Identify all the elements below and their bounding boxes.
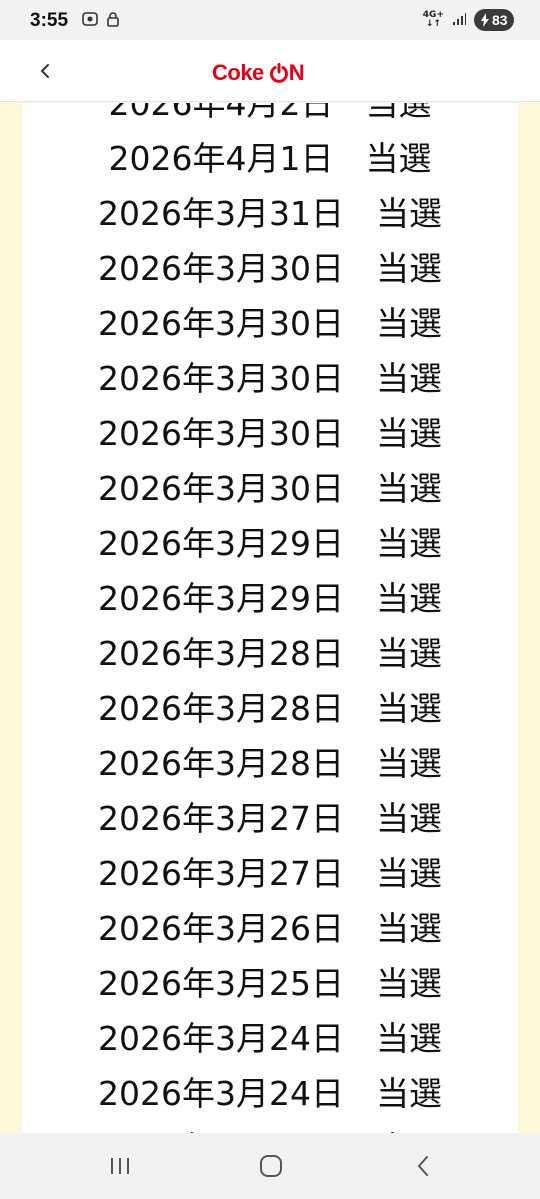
logo-text: Coke bbox=[212, 60, 264, 85]
entry-date: 2026年3月30日 bbox=[98, 358, 344, 398]
entry-row: 2026年3月24日当選 bbox=[22, 1063, 518, 1118]
entry-row: 2026年3月30日 当選 bbox=[22, 238, 518, 293]
network-label: 4G+ bbox=[422, 10, 444, 20]
entry-date: 2026年3月24日 bbox=[98, 1073, 344, 1113]
entry-status: 当選 bbox=[375, 688, 442, 728]
entry-row: 2026年3月30日 当選 bbox=[22, 348, 518, 403]
entry-status: 当選 bbox=[375, 523, 442, 563]
entry-status: 当選 bbox=[375, 1073, 442, 1113]
entry-status: 当選 bbox=[375, 468, 442, 508]
entry-date: 2026年4月1日 bbox=[108, 138, 334, 178]
entry-status: 当選 bbox=[375, 193, 442, 233]
network-indicator: 4G+ ↓↑ bbox=[422, 10, 444, 29]
entry-row: 2026年3月28日 当選 bbox=[22, 678, 518, 733]
entry-row: 2026年3月24日 当選 bbox=[22, 1118, 518, 1134]
entry-date: 2026年3月29日 bbox=[98, 578, 344, 618]
battery-indicator: 83 bbox=[474, 9, 514, 31]
entry-row: 2026年3月25日 当選 bbox=[22, 953, 518, 1008]
recent-apps-button[interactable] bbox=[104, 1151, 136, 1181]
signal-icon bbox=[452, 11, 466, 30]
entry-date: 2026年3月28日 bbox=[98, 743, 344, 783]
entry-date: 2026年3月30日 bbox=[98, 303, 344, 343]
entry-status: 当選 bbox=[365, 103, 432, 123]
entry-date: 2026年3月25日 bbox=[98, 963, 344, 1003]
back-icon bbox=[418, 1156, 428, 1176]
entry-date: 2026年4月2日 bbox=[108, 103, 334, 123]
entry-date: 2026年3月30日 bbox=[98, 413, 344, 453]
home-icon bbox=[260, 1155, 282, 1177]
entry-list[interactable]: 2026年4月2日 当選 2026年4月1日 当選 2026年3月31日 当選 2026年3… bbox=[22, 103, 518, 1133]
entry-status: 当選 bbox=[375, 853, 442, 893]
battery-charging-icon bbox=[481, 13, 489, 27]
entry-row: 2026年3月31日 当選 bbox=[22, 183, 518, 238]
entry-row: 2026年3月27日 当選 bbox=[22, 843, 518, 898]
entry-row: 2026年4月2日 当選 bbox=[22, 103, 518, 128]
entry-status: 当選 bbox=[376, 1122, 442, 1134]
entry-date: 2026年3月30日 bbox=[98, 468, 344, 508]
history-card[interactable]: 2026年4月2日 当選 2026年4月1日 当選 2026年3月31日 当選 2026年3… bbox=[22, 103, 518, 1133]
status-time: 3:55 bbox=[30, 10, 69, 31]
entry-row: 2026年3月24日当選 bbox=[22, 1008, 518, 1063]
entry-date: 2026年3月27日 bbox=[98, 798, 344, 838]
recent-apps-icon bbox=[111, 1158, 129, 1174]
entry-row: 2026年3月27日 当選 bbox=[22, 788, 518, 843]
system-nav-bar bbox=[0, 1133, 540, 1199]
entry-status: 当選 bbox=[375, 798, 442, 838]
entry-status: 当選 bbox=[375, 963, 442, 1003]
entry-status: 当選 bbox=[375, 633, 442, 673]
entry-row: 2026年3月28日 当選 bbox=[22, 623, 518, 678]
entry-status: 当選 bbox=[375, 248, 442, 288]
home-button[interactable] bbox=[255, 1151, 287, 1181]
entry-status: 当選 bbox=[375, 578, 442, 618]
power-icon bbox=[269, 63, 289, 83]
entry-status: 当選 bbox=[375, 413, 442, 453]
entry-row: 2026年3月29日 当選 bbox=[22, 568, 518, 623]
entry-status: 当選 bbox=[375, 358, 442, 398]
entry-status: 当選 bbox=[375, 908, 442, 948]
entry-row: 2026年3月30日 当選 bbox=[22, 458, 518, 513]
entry-status: 当選 bbox=[365, 138, 432, 178]
entry-row: 2026年3月30日 当選 bbox=[22, 293, 518, 348]
back-nav-button[interactable] bbox=[407, 1151, 439, 1181]
entry-row: 2026年4月1日 当選 bbox=[22, 128, 518, 183]
app-header: Coke N bbox=[0, 40, 540, 102]
screenshot-icon bbox=[82, 11, 98, 31]
entry-date: 2026年3月28日 bbox=[98, 688, 344, 728]
battery-level: 83 bbox=[492, 12, 508, 28]
entry-row: 2026年3月29日 当選 bbox=[22, 513, 518, 568]
status-bar: 3:55 4G+ ↓↑ 83 bbox=[0, 0, 540, 40]
entry-status: 当選 bbox=[375, 1018, 442, 1058]
lock-icon bbox=[106, 11, 120, 31]
entry-date: 2026年3月27日 bbox=[98, 853, 344, 893]
entry-date: 2026年3月26日 bbox=[98, 908, 344, 948]
logo-suffix: N bbox=[288, 60, 305, 85]
entry-date: 2026年3月24日 bbox=[98, 1122, 344, 1134]
chevron-left-icon bbox=[41, 64, 49, 78]
entry-date: 2026年3月29日 bbox=[98, 523, 344, 563]
back-button[interactable] bbox=[30, 56, 60, 86]
entry-status: 当選 bbox=[375, 743, 442, 783]
entry-date: 2026年3月24日 bbox=[98, 1018, 344, 1058]
status-right: 4G+ ↓↑ 83 bbox=[423, 9, 514, 31]
entry-row: 2026年3月30日 当選 bbox=[22, 403, 518, 458]
entry-date: 2026年3月28日 bbox=[98, 633, 344, 673]
coke-on-logo: Coke N bbox=[212, 59, 305, 87]
entry-date: 2026年3月30日 bbox=[98, 248, 344, 288]
entry-row: 2026年3月26日 当選 bbox=[22, 898, 518, 953]
entry-row: 2026年3月28日 当選 bbox=[22, 733, 518, 788]
entry-status: 当選 bbox=[375, 303, 442, 343]
entry-date: 2026年3月31日 bbox=[98, 193, 344, 233]
